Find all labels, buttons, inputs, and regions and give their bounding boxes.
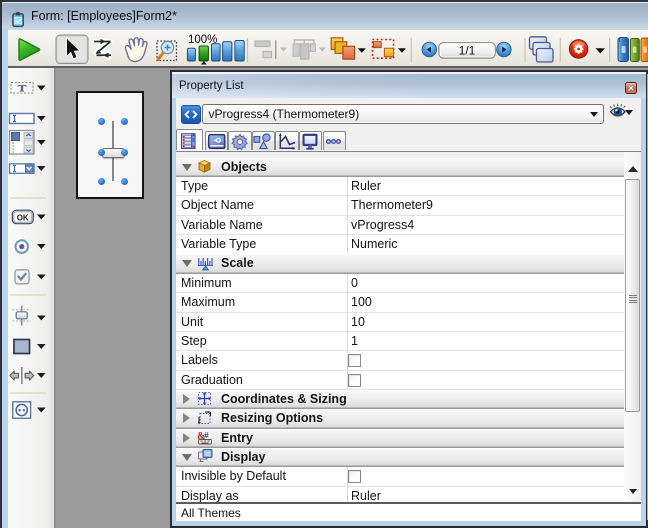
- svg-text:#: #: [204, 430, 209, 440]
- svg-text:OK: OK: [17, 214, 29, 223]
- svg-text:1/1: 1/1: [459, 44, 476, 58]
